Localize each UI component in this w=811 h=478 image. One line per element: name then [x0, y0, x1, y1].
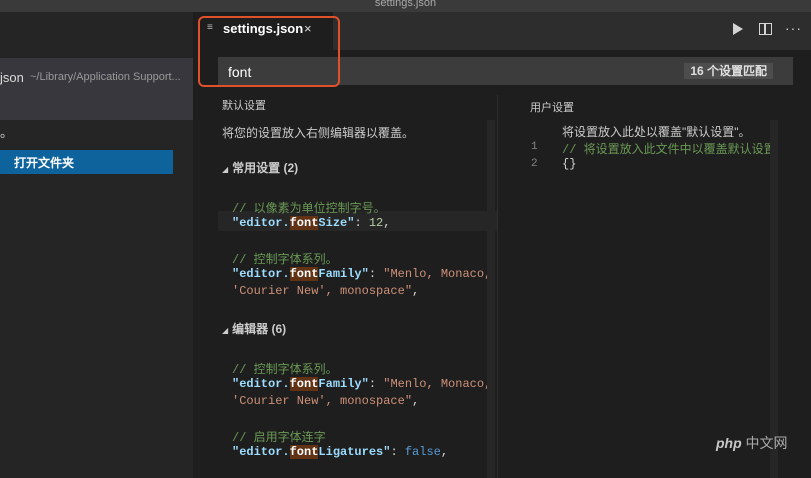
recent-file-item[interactable]: json ~/Library/Application Support... [0, 58, 193, 120]
setting-line[interactable]: "editor.fontFamily": "Menlo, Monaco, [232, 377, 491, 391]
default-settings-scrollbar[interactable] [487, 120, 495, 478]
setting-line[interactable]: "editor.fontSize": 12, [232, 216, 390, 230]
triangle-expanded-icon: ◢ [222, 326, 229, 335]
group-header-common[interactable]: ◢ 常用设置 (2) [222, 159, 298, 176]
group-header-label: 编辑器 (6) [232, 322, 287, 336]
user-settings-scrollbar[interactable] [770, 120, 778, 478]
sidebar: json ~/Library/Application Support... 。 … [0, 12, 193, 478]
run-icon[interactable] [733, 23, 743, 35]
tab-settings-json[interactable]: ≡ settings.json × [193, 12, 333, 50]
match-count-badge: 16 个设置匹配 [684, 63, 773, 79]
user-settings-title: 用户设置 [530, 102, 574, 114]
sidebar-header [0, 12, 193, 50]
pane-divider[interactable] [497, 95, 498, 478]
title-bar: settings.json [0, 0, 811, 12]
user-settings-line[interactable]: // 将设置放入此文件中以覆盖默认设置 [562, 140, 776, 157]
default-settings-description: 将您的设置放入右侧编辑器以覆盖。 [222, 126, 415, 140]
setting-line[interactable]: "editor.fontLigatures": false, [232, 445, 448, 459]
triangle-expanded-icon: ◢ [222, 165, 229, 174]
open-folder-button[interactable]: 打开文件夹 [0, 150, 173, 174]
user-settings-description: 将设置放入此处以覆盖"默认设置"。 [562, 125, 751, 139]
setting-comment: // 控制字体系列。 [232, 253, 338, 267]
setting-line[interactable]: "editor.fontFamily": "Menlo, Monaco, [232, 267, 491, 281]
recent-file-path: ~/Library/Application Support... [30, 71, 181, 83]
line-number: 2 [531, 158, 538, 170]
group-header-editor[interactable]: ◢ 编辑器 (6) [222, 320, 286, 337]
more-actions-icon[interactable]: ··· [785, 20, 802, 36]
open-folder-label: 打开文件夹 [14, 156, 75, 170]
window-title: settings.json [374, 0, 437, 9]
setting-line-continued[interactable]: 'Courier New', monospace", [232, 284, 419, 298]
watermark-logo: php 中文网 [716, 435, 788, 451]
settings-search-bar: 16 个设置匹配 [218, 57, 793, 85]
settings-search-input[interactable] [228, 63, 648, 81]
tab-label: settings.json [223, 21, 304, 36]
setting-line-continued[interactable]: 'Courier New', monospace", [232, 394, 419, 408]
line-number: 1 [531, 141, 538, 153]
sidebar-text: 。 [0, 125, 14, 140]
group-header-label: 常用设置 (2) [232, 161, 299, 175]
setting-comment: // 以像素为单位控制字号。 [232, 202, 386, 216]
file-lines-icon: ≡ [207, 22, 213, 33]
default-settings-title: 默认设置 [222, 100, 266, 112]
setting-comment: // 控制字体系列。 [232, 363, 338, 377]
recent-file-name: json [0, 70, 24, 85]
setting-comment: // 启用字体连字 [232, 431, 326, 445]
tab-bar: ≡ settings.json × ··· [193, 12, 811, 50]
split-editor-icon[interactable] [759, 23, 772, 35]
close-icon[interactable]: × [304, 21, 312, 36]
user-settings-line[interactable]: {} [562, 157, 576, 171]
